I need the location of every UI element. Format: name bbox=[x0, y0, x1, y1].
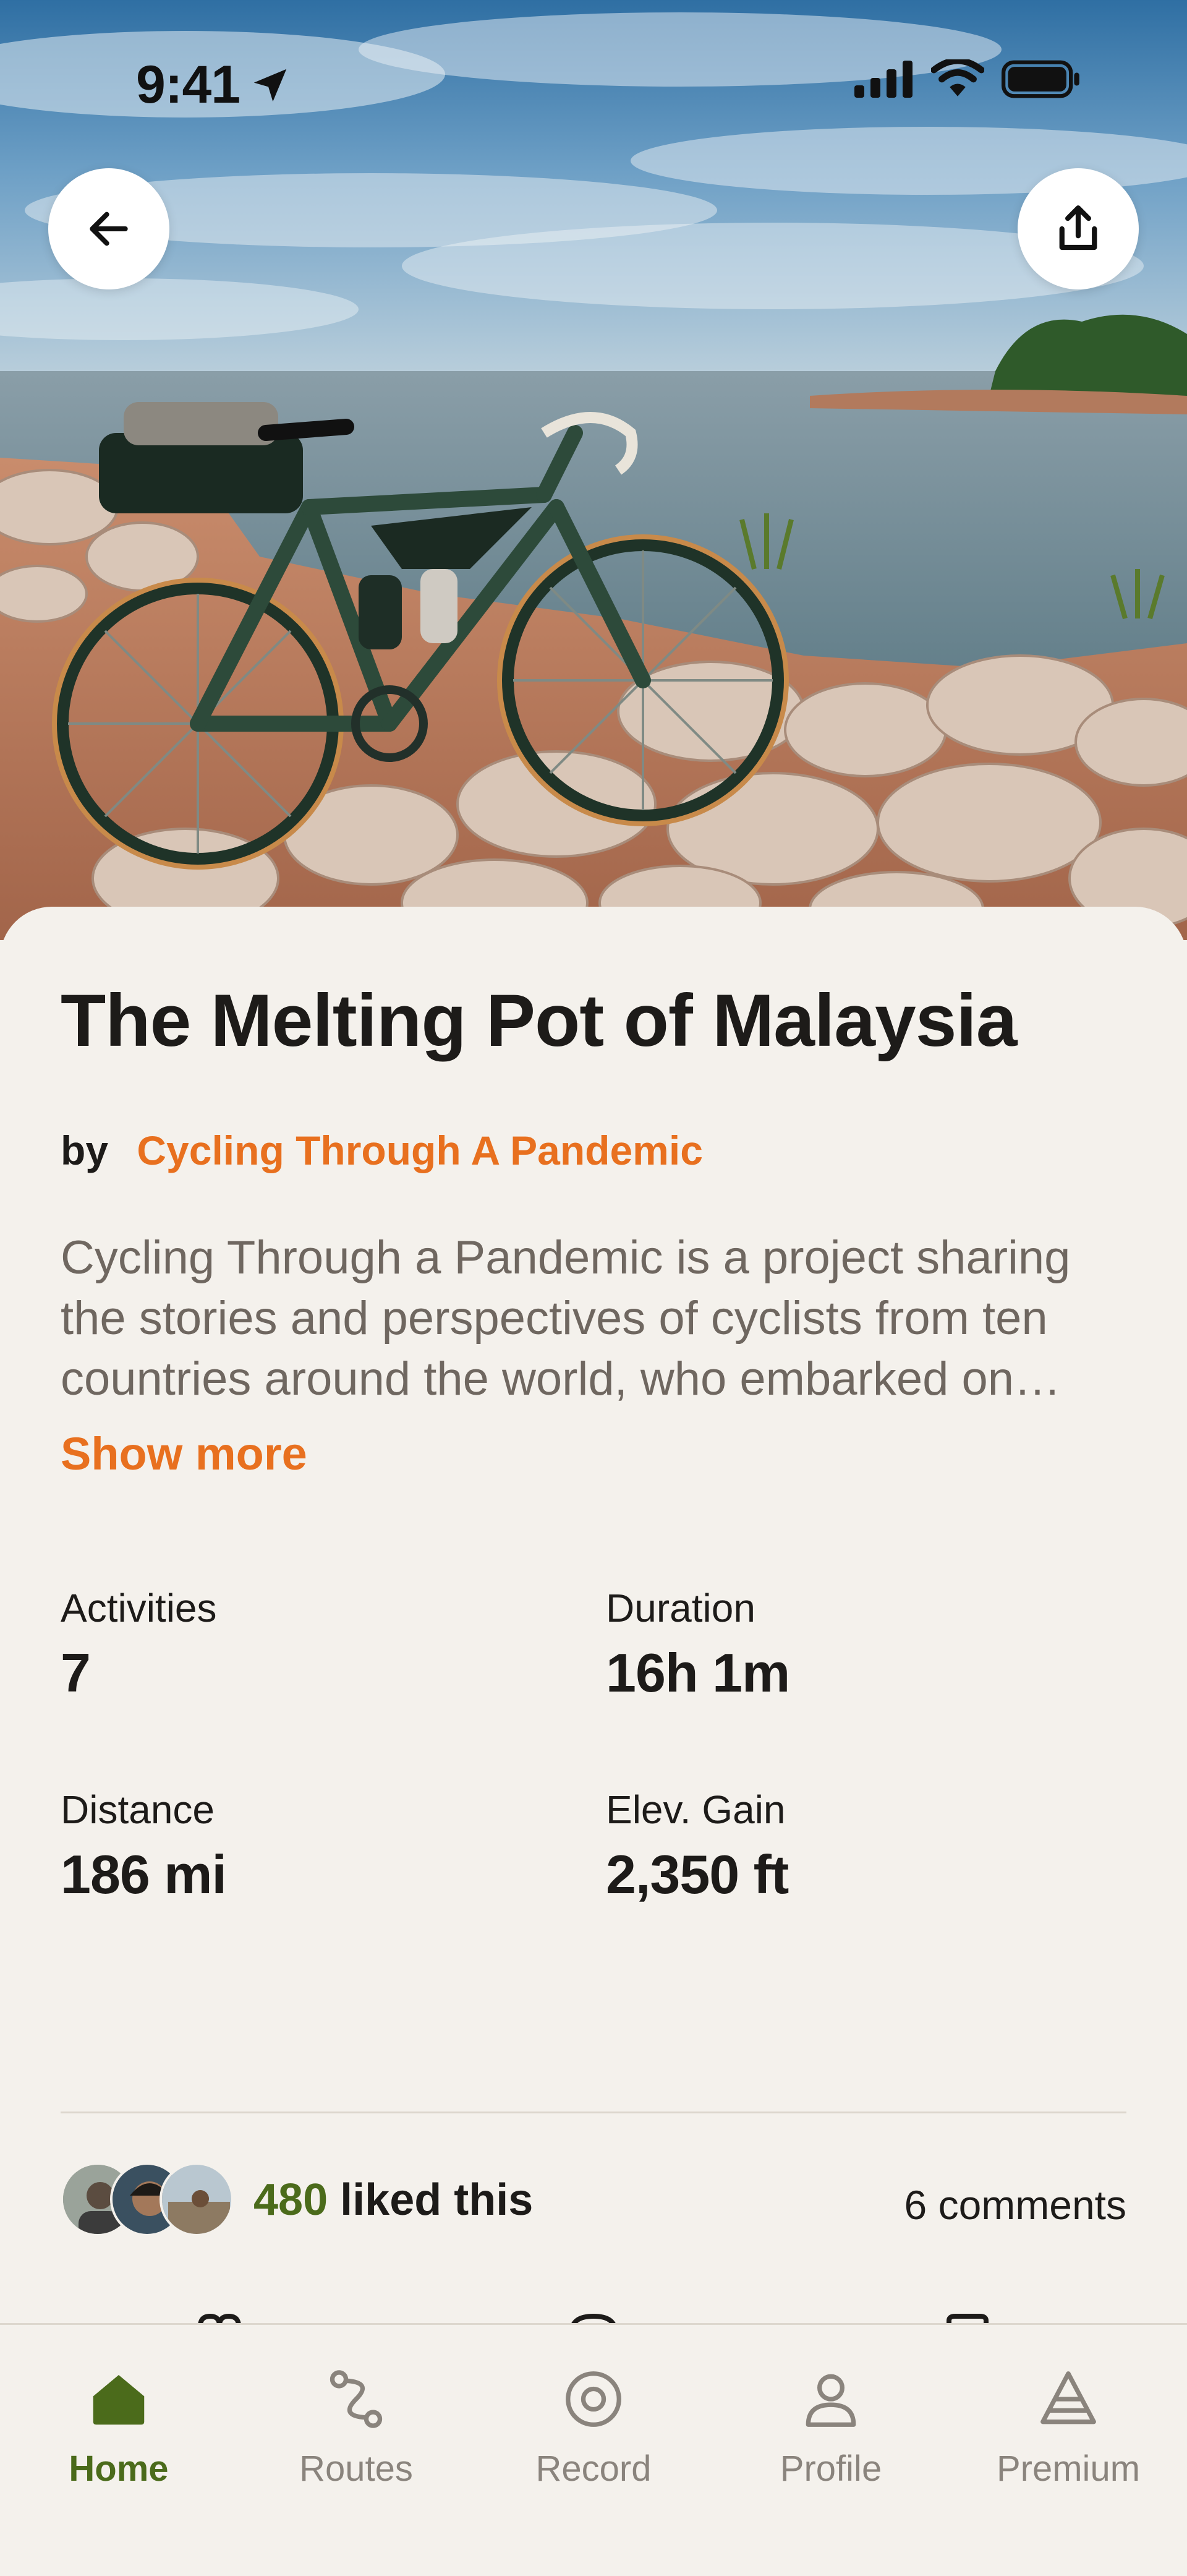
record-icon bbox=[566, 2371, 621, 2427]
home-icon bbox=[93, 2375, 145, 2425]
tab-premium[interactable]: Premium bbox=[950, 2343, 1187, 2504]
stat-label: Distance bbox=[61, 1787, 215, 1832]
wifi-icon bbox=[931, 59, 984, 96]
journey-description: Cycling Through a Pandemic is a project … bbox=[61, 1231, 1071, 1405]
status-icons bbox=[854, 59, 1082, 99]
share-button[interactable] bbox=[1018, 168, 1139, 289]
stat-duration: Duration 16h 1m bbox=[606, 1583, 790, 1707]
stat-label: Duration bbox=[606, 1586, 755, 1630]
author-line: by Cycling Through A Pandemic bbox=[61, 1126, 703, 1175]
likes-count: 480 bbox=[253, 2175, 328, 2225]
stat-value: 186 mi bbox=[61, 1844, 227, 1905]
stat-distance: Distance 186 mi bbox=[61, 1785, 227, 1909]
tab-home[interactable]: Home bbox=[0, 2343, 237, 2504]
bike-photo-illustration bbox=[0, 0, 1187, 940]
show-more-link[interactable]: Show more bbox=[61, 1426, 307, 1482]
bottom-tab-bar: Home Routes Record Profile Premium bbox=[0, 2323, 1187, 2576]
likes-text: liked this bbox=[340, 2175, 534, 2225]
stat-label: Elev. Gain bbox=[606, 1787, 786, 1832]
location-arrow-icon bbox=[253, 69, 287, 101]
arrow-left-icon bbox=[90, 212, 128, 246]
status-bar: 9:41 bbox=[0, 0, 1187, 124]
profile-icon bbox=[806, 2374, 856, 2427]
status-time: 9:41 bbox=[136, 54, 292, 116]
tab-label: Premium bbox=[996, 2449, 1141, 2489]
stat-elevation-gain: Elev. Gain 2,350 ft bbox=[606, 1785, 789, 1909]
avatar bbox=[160, 2162, 234, 2236]
cellular-signal-icon bbox=[854, 61, 913, 98]
back-button[interactable] bbox=[48, 168, 169, 289]
tab-label: Record bbox=[535, 2449, 652, 2489]
routes-icon bbox=[330, 2370, 383, 2428]
comments-link[interactable]: 6 comments bbox=[904, 2177, 1126, 2233]
liker-avatars[interactable] bbox=[61, 2162, 234, 2236]
battery-icon bbox=[1002, 60, 1079, 98]
likes-summary[interactable]: 480 liked this bbox=[253, 2172, 533, 2228]
tab-profile[interactable]: Profile bbox=[712, 2343, 950, 2504]
stat-value: 7 bbox=[61, 1642, 91, 1703]
hero-photo bbox=[0, 0, 1187, 940]
tab-label: Home bbox=[69, 2449, 169, 2489]
tab-routes[interactable]: Routes bbox=[237, 2343, 475, 2504]
stat-label: Activities bbox=[61, 1586, 217, 1630]
stat-value: 16h 1m bbox=[606, 1642, 790, 1703]
by-label: by bbox=[61, 1128, 109, 1173]
tab-label: Routes bbox=[299, 2449, 413, 2489]
journey-title: The Melting Pot of Malaysia bbox=[61, 979, 1018, 1062]
divider bbox=[61, 2112, 1126, 2113]
stat-value: 2,350 ft bbox=[606, 1844, 789, 1905]
author-link[interactable]: Cycling Through A Pandemic bbox=[137, 1128, 703, 1173]
share-icon bbox=[1059, 205, 1097, 250]
premium-icon bbox=[1040, 2371, 1096, 2424]
tab-record[interactable]: Record bbox=[475, 2343, 712, 2504]
tab-label: Profile bbox=[780, 2449, 882, 2489]
stat-activities: Activities 7 bbox=[61, 1583, 217, 1707]
